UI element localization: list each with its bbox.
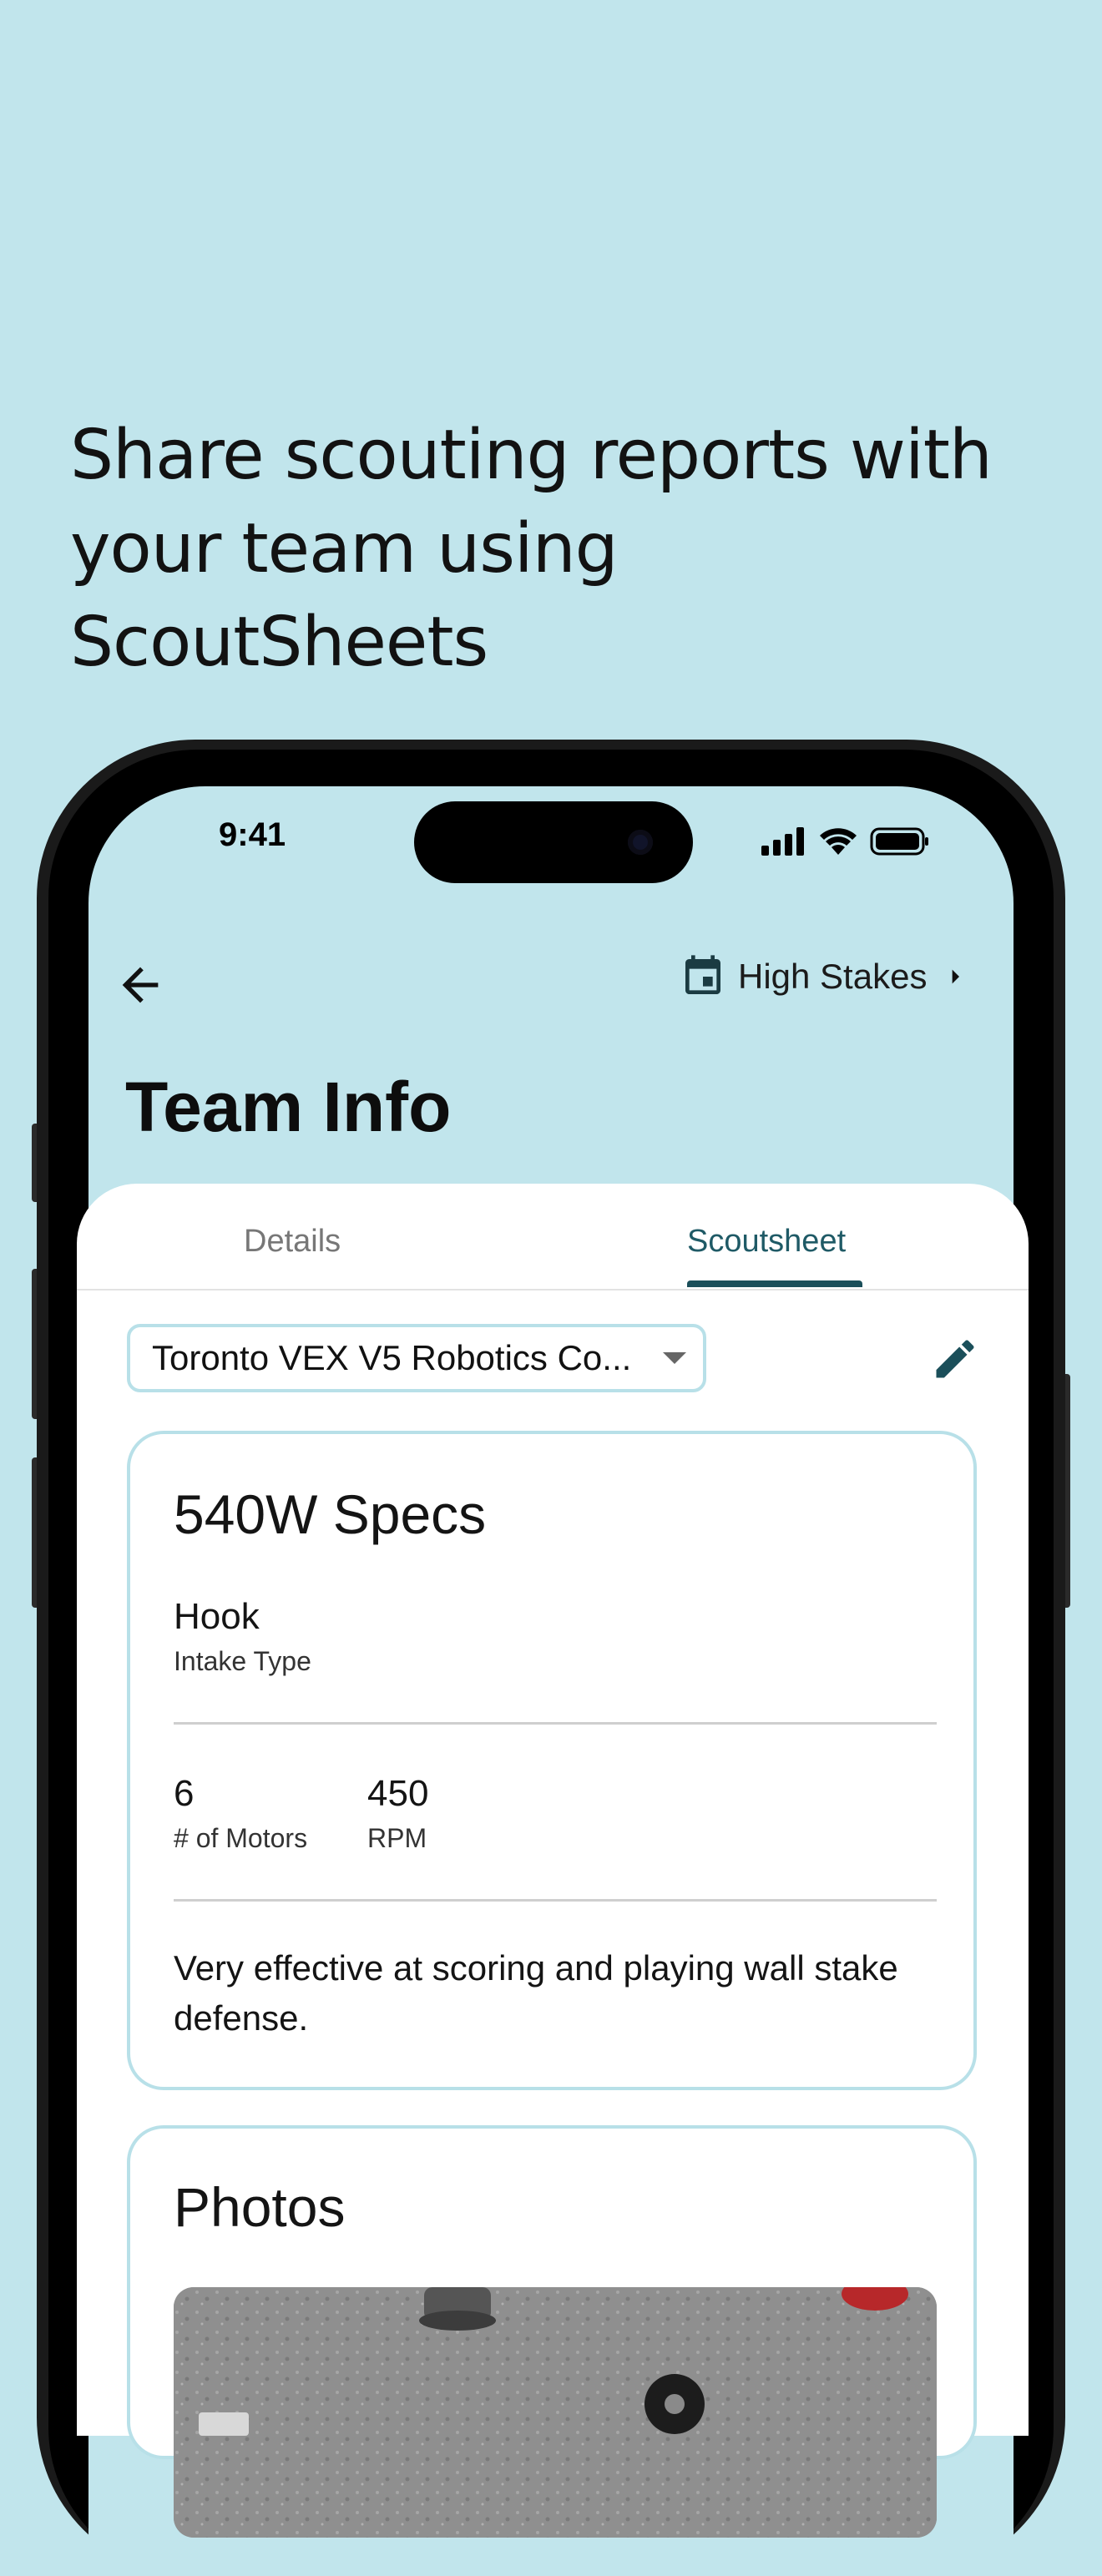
- headline-line-1: Share scouting reports with: [70, 416, 993, 495]
- motors-label: # of Motors: [174, 1823, 308, 1853]
- robot-photo[interactable]: [174, 2287, 937, 2538]
- tab-scoutsheet[interactable]: Scoutsheet: [687, 1224, 846, 1260]
- motors-value: 6: [174, 1773, 195, 1814]
- dynamic-island: [414, 801, 693, 883]
- pencil-icon: [936, 1340, 974, 1378]
- tab-bar: Details Scoutsheet: [77, 1184, 1029, 1291]
- dropdown-arrow-icon: [663, 1352, 686, 1364]
- arrow-back-icon: [122, 967, 159, 1003]
- edit-button[interactable]: [930, 1334, 980, 1384]
- tab-details[interactable]: Details: [244, 1224, 341, 1260]
- marketing-headline: Share scouting reports with your team us…: [70, 409, 1055, 689]
- tab-indicator: [687, 1280, 862, 1287]
- event-selector[interactable]: High Stakes: [680, 953, 972, 1000]
- specs-card: 540W Specs Hook Intake Type 6 # of Motor…: [127, 1431, 977, 2090]
- scoutsheet-dropdown[interactable]: Toronto VEX V5 Robotics Co...: [127, 1324, 706, 1392]
- camera-icon: [628, 830, 653, 855]
- status-time: 9:41: [219, 816, 286, 853]
- specs-card-title: 540W Specs: [174, 1483, 487, 1545]
- status-icons: [761, 826, 930, 856]
- wifi-icon: [820, 828, 857, 855]
- battery-icon: [870, 827, 928, 856]
- calendar-icon: [685, 955, 720, 994]
- scoutsheet-dropdown-value: Toronto VEX V5 Robotics Co...: [152, 1338, 632, 1377]
- headline-line-2: your team using ScoutSheets: [70, 509, 619, 682]
- rpm-value: 450: [367, 1773, 429, 1814]
- page-title: Team Info: [125, 1068, 452, 1146]
- event-label: High Stakes: [738, 957, 928, 996]
- intake-type-value: Hook: [174, 1596, 260, 1637]
- cellular-signal-icon: [761, 827, 804, 856]
- arrow-right-icon: [953, 969, 960, 984]
- robot-photo-image: [174, 2287, 937, 2538]
- photos-card: Photos: [127, 2125, 977, 2538]
- specs-notes: Very effective at scoring and playing wa…: [174, 1948, 898, 2038]
- rpm-label: RPM: [367, 1823, 427, 1853]
- back-button[interactable]: [114, 958, 167, 1012]
- divider: [174, 1722, 937, 1725]
- divider: [174, 1899, 937, 1902]
- photos-card-title: Photos: [174, 2176, 346, 2238]
- intake-type-label: Intake Type: [174, 1646, 311, 1676]
